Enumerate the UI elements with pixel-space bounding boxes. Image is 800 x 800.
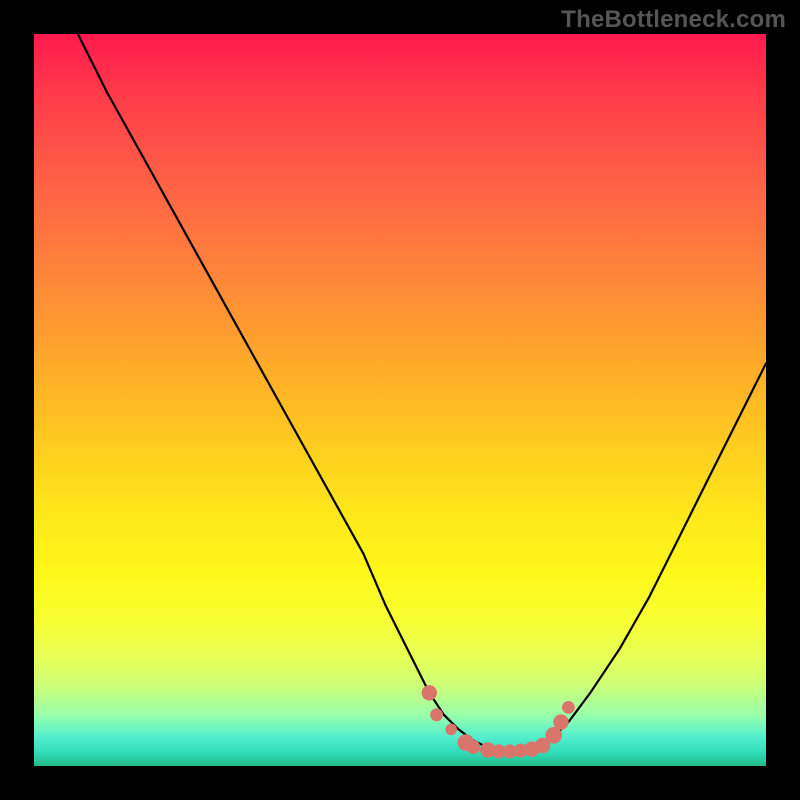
plot-area [34,34,766,766]
data-point [445,724,457,736]
data-point [430,708,443,721]
curve-path [78,34,766,751]
chart-svg [34,34,766,766]
data-point [562,701,575,714]
dots-group [422,685,575,758]
data-point [466,740,480,754]
chart-frame: TheBottleneck.com [0,0,800,800]
watermark-text: TheBottleneck.com [561,6,786,34]
data-point [422,685,437,700]
data-point [553,714,568,729]
